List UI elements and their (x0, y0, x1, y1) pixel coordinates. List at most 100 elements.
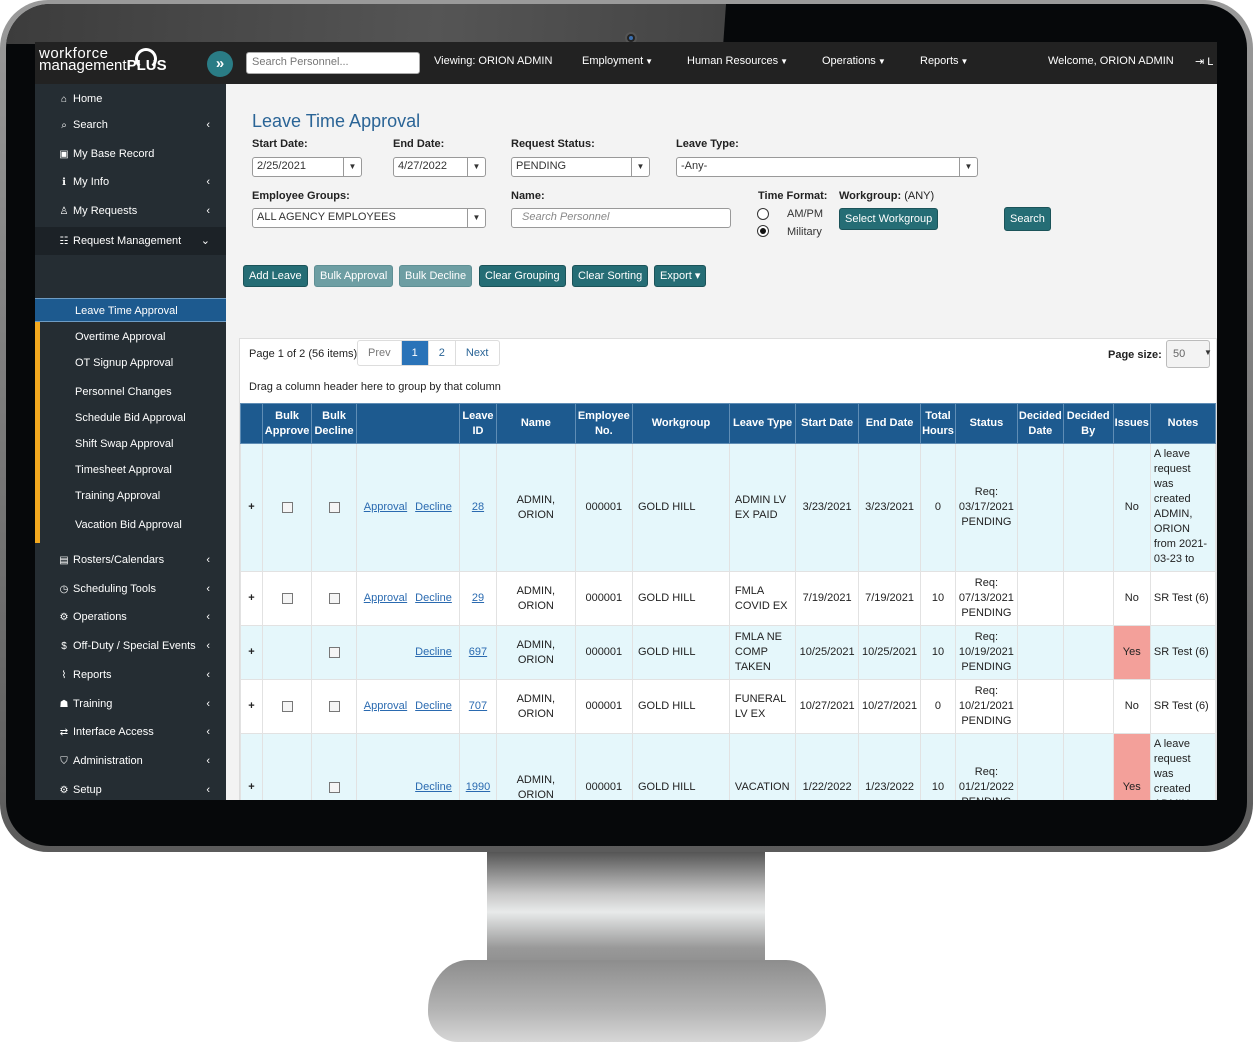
col-leave-id[interactable]: Leave ID (458, 403, 498, 444)
clear-grouping-button[interactable]: Clear Grouping (479, 265, 566, 287)
export-button[interactable]: Export ▾ (654, 265, 707, 287)
start-date-picker[interactable]: 2/25/2021 ▼ (252, 157, 362, 177)
sidebar-toggle-button[interactable]: » (207, 51, 233, 77)
sidebar-subitem-overtime-approval[interactable]: Overtime Approval (35, 325, 226, 349)
sidebar-item-my-base-record[interactable]: ▣ My Base Record (35, 141, 226, 167)
col-leave-type[interactable]: Leave Type (728, 403, 797, 444)
bulk-decline-checkbox[interactable] (328, 781, 340, 793)
col-notes[interactable]: Notes (1149, 403, 1217, 444)
sidebar-item-my-info[interactable]: ℹ My Info ‹ (35, 169, 226, 195)
select-workgroup-button[interactable]: Select Workgroup (839, 208, 939, 230)
bulk-approval-button[interactable]: Bulk Approval (314, 265, 394, 287)
bulk-decline-checkbox[interactable] (328, 646, 340, 658)
decline-link[interactable]: Decline (415, 592, 452, 604)
leave-type-select[interactable]: -Any- ▼ (676, 157, 978, 177)
caret-down-icon[interactable]: ▼ (467, 209, 485, 227)
time-format-ampm-radio[interactable] (757, 208, 769, 220)
sidebar-subitem-vacation-bid-approval[interactable]: Vacation Bid Approval (35, 513, 226, 537)
clear-sorting-button[interactable]: Clear Sorting (572, 265, 649, 287)
leave-id-link[interactable]: 707 (469, 700, 487, 712)
expand-row-button[interactable]: + (240, 679, 263, 734)
sidebar-item-reports[interactable]: ⌇ Reports ‹ (35, 662, 226, 688)
col-status[interactable]: Status (954, 403, 1018, 444)
caret-down-icon[interactable]: ▼ (467, 158, 485, 176)
bulk-decline-button[interactable]: Bulk Decline (399, 265, 473, 287)
expand-row-button[interactable]: + (240, 733, 263, 800)
col-name[interactable]: Name (496, 403, 576, 444)
col-employee-no[interactable]: Employee No. (574, 403, 634, 444)
leave-id-link[interactable]: 29 (472, 592, 484, 604)
request-status-select[interactable]: PENDING ▼ (511, 157, 650, 177)
app-logo[interactable]: workforce managementPLUS (39, 46, 167, 73)
approval-link[interactable]: Approval (364, 700, 407, 712)
plus-icon[interactable]: + (248, 700, 254, 712)
sidebar-subitem-shift-swap-approval[interactable]: Shift Swap Approval (35, 432, 226, 456)
personnel-search-input[interactable]: Search Personnel... (246, 52, 420, 74)
bulk-approve-checkbox[interactable] (281, 700, 293, 712)
sidebar-subitem-ot-signup-approval[interactable]: OT Signup Approval (35, 351, 226, 375)
sidebar-subitem-timesheet-approval[interactable]: Timesheet Approval (35, 458, 226, 482)
bulk-decline-checkbox[interactable] (328, 501, 340, 513)
plus-icon[interactable]: + (248, 501, 254, 513)
col-total-hours[interactable]: Total Hours (920, 403, 956, 444)
pager-page-1[interactable]: 1 (401, 341, 429, 365)
sidebar-item-setup[interactable]: ⚙ Setup ‹ (35, 777, 226, 800)
sidebar-item-my-requests[interactable]: ♙ My Requests ‹ (35, 198, 226, 224)
sidebar-item-administration[interactable]: ⛉ Administration ‹ (35, 748, 226, 774)
name-search-input[interactable]: Search Personnel (511, 208, 731, 228)
menu-reports[interactable]: Reports ▼ (920, 55, 968, 67)
col-actions[interactable] (355, 403, 460, 444)
logout-button[interactable]: ⇥ L (1195, 55, 1213, 68)
leave-id-link[interactable]: 697 (469, 646, 487, 658)
col-start-date[interactable]: Start Date (795, 403, 860, 444)
col-decided-date[interactable]: Decided Date (1016, 403, 1064, 444)
sidebar-item-off-duty-special-events[interactable]: $ Off-Duty / Special Events ‹ (35, 633, 226, 659)
sidebar-subitem-leave-time-approval[interactable]: Leave Time Approval (35, 298, 226, 322)
bulk-approve-checkbox[interactable] (281, 501, 293, 513)
approval-link[interactable]: Approval (364, 501, 407, 513)
leave-id-link[interactable]: 1990 (466, 781, 490, 793)
sidebar-item-search[interactable]: ⌕ Search ‹ (35, 112, 226, 138)
approval-link[interactable]: Approval (364, 592, 407, 604)
menu-employment[interactable]: Employment ▼ (582, 55, 653, 67)
sidebar-item-training[interactable]: ☗ Training ‹ (35, 691, 226, 717)
end-date-picker[interactable]: 4/27/2022 ▼ (393, 157, 486, 177)
decline-link[interactable]: Decline (415, 700, 452, 712)
sidebar-item-request-management[interactable]: ☷ Request Management ⌄ (35, 227, 226, 255)
add-leave-button[interactable]: Add Leave (243, 265, 308, 287)
menu-operations[interactable]: Operations ▼ (822, 55, 886, 67)
col-bulk-approve[interactable]: Bulk Approve (261, 403, 313, 444)
bulk-decline-checkbox[interactable] (328, 700, 340, 712)
caret-down-icon[interactable]: ▼ (959, 158, 977, 176)
sidebar-item-rosters-calendars[interactable]: ▤ Rosters/Calendars ‹ (35, 547, 226, 573)
group-panel[interactable]: Drag a column header here to group by th… (249, 381, 501, 393)
menu-human-resources[interactable]: Human Resources ▼ (687, 55, 788, 67)
sidebar-subitem-schedule-bid-approval[interactable]: Schedule Bid Approval (35, 406, 226, 430)
col-expand[interactable] (240, 403, 263, 444)
bulk-approve-checkbox[interactable] (281, 592, 293, 604)
pager-page-2[interactable]: 2 (429, 341, 456, 365)
caret-down-icon[interactable]: ▼ (343, 158, 361, 176)
sidebar-subitem-personnel-changes[interactable]: Personnel Changes (35, 380, 226, 404)
plus-icon[interactable]: + (248, 592, 254, 604)
col-issues[interactable]: Issues (1112, 403, 1151, 444)
col-end-date[interactable]: End Date (858, 403, 922, 444)
pager-prev[interactable]: Prev (358, 341, 402, 365)
sidebar-subitem-training-approval[interactable]: Training Approval (35, 484, 226, 508)
sidebar-item-home[interactable]: ⌂ Home (35, 86, 226, 112)
caret-down-icon[interactable]: ▼ (631, 158, 649, 176)
decline-link[interactable]: Decline (415, 501, 452, 513)
plus-icon[interactable]: + (248, 781, 254, 793)
expand-row-button[interactable]: + (240, 625, 263, 680)
expand-row-button[interactable]: + (240, 571, 263, 626)
sidebar-item-interface-access[interactable]: ⇄ Interface Access ‹ (35, 719, 226, 745)
col-workgroup[interactable]: Workgroup (632, 403, 730, 444)
time-format-military-radio[interactable] (757, 225, 769, 237)
col-bulk-decline[interactable]: Bulk Decline (311, 403, 357, 444)
decline-link[interactable]: Decline (415, 646, 452, 658)
expand-row-button[interactable]: + (240, 443, 263, 572)
pager-next[interactable]: Next (456, 341, 499, 365)
plus-icon[interactable]: + (248, 646, 254, 658)
sidebar-item-scheduling-tools[interactable]: ◷ Scheduling Tools ‹ (35, 576, 226, 602)
leave-id-link[interactable]: 28 (472, 501, 484, 513)
